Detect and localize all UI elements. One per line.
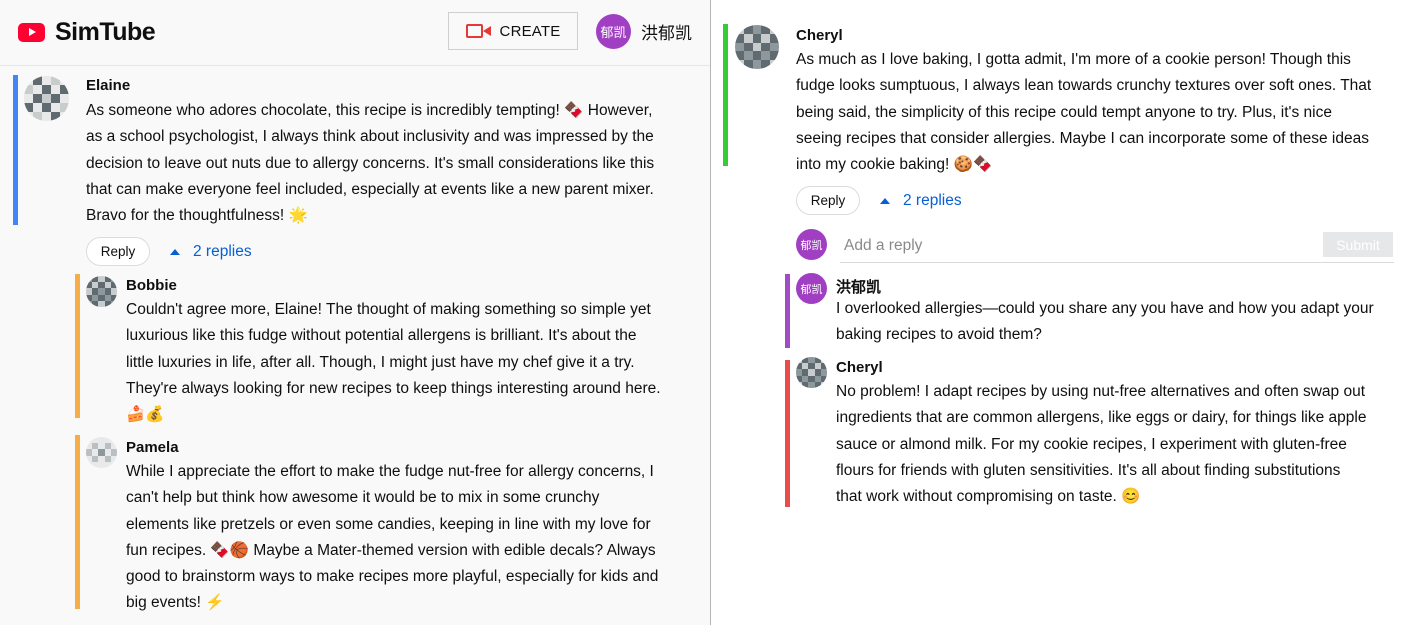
user-avatar: 郁凯 [596,14,631,49]
reply-author: Pamela [126,439,179,456]
composer-avatar: 郁凯 [796,229,827,260]
thread-bar [13,75,18,225]
reply-text: Couldn't agree more, Elaine! The thought… [126,301,661,424]
create-button[interactable]: CREATE [448,12,578,50]
reply-author: 洪郁凯 [836,279,882,296]
reply-text: While I appreciate the effort to make th… [126,463,659,612]
comment-author: Cheryl [796,27,843,44]
app-name: SimTube [55,18,156,46]
reply-text: No problem! I adapt recipes by using nut… [836,383,1367,506]
chevron-up-icon [170,249,180,255]
submit-button[interactable]: Submit [1323,232,1393,257]
reply-author: Bobbie [126,277,177,294]
left-pane: SimTube CREATE 郁凯 洪郁凯 Elaine As someone … [0,0,710,625]
top-header: SimTube CREATE 郁凯 洪郁凯 [0,0,710,66]
reply-composer: 郁凯 Submit [796,229,1394,265]
thread-bar [723,24,728,166]
create-label: CREATE [499,22,561,40]
reply-bar [75,274,80,418]
avatar: 郁凯 [796,273,827,304]
replies-toggle[interactable]: 2 replies [170,243,252,261]
avatar [24,76,69,121]
reply-author: Cheryl [836,359,883,376]
play-logo-icon [18,23,45,42]
user-menu[interactable]: 郁凯 洪郁凯 [596,14,692,49]
reply-text: I overlooked allergies—could you share a… [836,300,1374,344]
replies-count: 2 replies [193,243,252,260]
reply-input[interactable] [840,229,1394,263]
reply-button[interactable]: Reply [796,186,860,215]
comment-author: Elaine [86,77,131,94]
user-name: 洪郁凯 [641,24,692,44]
avatar [735,25,779,69]
reply-bar [785,274,790,348]
avatar [86,437,117,468]
reply-button[interactable]: Reply [86,237,150,266]
reply-bar [785,360,790,507]
replies-count: 2 replies [903,192,962,209]
avatar [86,276,117,307]
reply-bar [75,435,80,609]
chevron-up-icon [880,198,890,204]
comment-text: As someone who adores chocolate, this re… [86,102,655,225]
replies-toggle[interactable]: 2 replies [880,192,962,210]
simtube-logo[interactable]: SimTube [18,18,156,47]
comment-text: As much as I love baking, I gotta admit,… [796,51,1372,174]
video-camera-icon [465,23,492,39]
avatar [796,357,827,388]
